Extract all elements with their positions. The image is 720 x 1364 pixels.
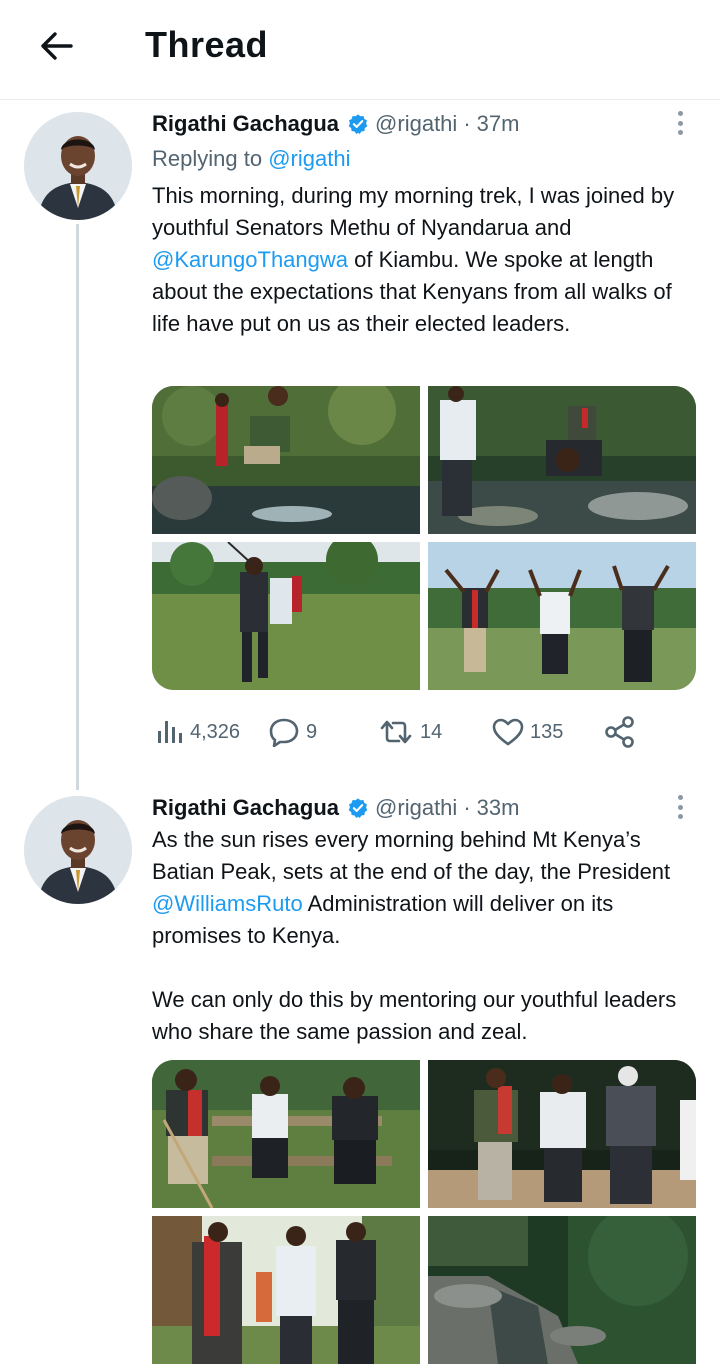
- like-button[interactable]: 135: [492, 712, 563, 752]
- tweet-photo[interactable]: [152, 386, 420, 534]
- more-options-icon[interactable]: [670, 792, 690, 822]
- avatar[interactable]: [24, 112, 132, 220]
- tweet-text-part: As the sun rises every morning behind Mt…: [152, 827, 671, 884]
- tweet-header: Rigathi Gachagua @rigathi · 37m: [152, 108, 519, 140]
- tweet-photo[interactable]: [152, 542, 420, 690]
- arrow-left-icon: [41, 32, 73, 60]
- share-button[interactable]: [604, 712, 636, 752]
- avatar[interactable]: [24, 796, 132, 904]
- tweet-text-paragraph: We can only do this by mentoring our you…: [152, 987, 677, 1044]
- verified-badge-icon: [347, 113, 369, 135]
- page-title: Thread: [145, 24, 269, 65]
- media-grid: [152, 1060, 696, 1364]
- tweet-photo[interactable]: [428, 386, 696, 534]
- tweet-photo[interactable]: [152, 1216, 420, 1364]
- author-name[interactable]: Rigathi Gachagua: [152, 111, 339, 137]
- tweet-photo[interactable]: [428, 542, 696, 690]
- tweet-text: As the sun rises every morning behind Mt…: [152, 824, 700, 952]
- thread-connector-line: [76, 224, 79, 790]
- verified-badge-icon: [347, 797, 369, 819]
- mention-link[interactable]: @KarungoThangwa: [152, 247, 348, 272]
- author-name[interactable]: Rigathi Gachagua: [152, 795, 339, 821]
- mention-link[interactable]: @WilliamsRuto: [152, 891, 303, 916]
- tweet-text-part: This morning, during my morning trek, I …: [152, 183, 675, 240]
- tweet-header: Rigathi Gachagua @rigathi · 33m: [152, 792, 519, 824]
- separator-dot: ·: [463, 111, 471, 136]
- tweet-timestamp[interactable]: 37m: [477, 111, 520, 137]
- retweet-count: 14: [420, 720, 443, 743]
- tweet-text: This morning, during my morning trek, I …: [152, 180, 700, 340]
- reply-button[interactable]: 9: [268, 712, 317, 752]
- replying-to-handle[interactable]: @rigathi: [268, 146, 350, 171]
- tweet-photo[interactable]: [152, 1060, 420, 1208]
- separator-dot: ·: [463, 795, 471, 820]
- back-button[interactable]: [30, 24, 82, 68]
- replying-to: Replying to @rigathi: [152, 146, 350, 172]
- author-handle[interactable]: @rigathi: [375, 111, 457, 137]
- author-handle[interactable]: @rigathi: [375, 795, 457, 821]
- tweet-timestamp[interactable]: 33m: [477, 795, 520, 821]
- retweet-icon: [380, 720, 412, 744]
- tweet-photo[interactable]: [428, 1060, 696, 1208]
- views-count: 4,326: [190, 720, 241, 743]
- retweet-button[interactable]: 14: [378, 712, 442, 752]
- tweet-actions: 4,326 9 14 135: [152, 712, 642, 752]
- top-bar: Thread: [0, 0, 720, 100]
- like-count: 135: [530, 720, 564, 743]
- share-icon: [605, 716, 634, 748]
- media-grid: [152, 386, 696, 690]
- replying-to-label: Replying to: [152, 146, 263, 171]
- heart-icon: [492, 718, 524, 746]
- views-button[interactable]: 4,326: [156, 712, 240, 752]
- reply-count: 9: [306, 720, 318, 743]
- reply-icon: [269, 718, 299, 747]
- more-options-icon[interactable]: [670, 108, 690, 138]
- views-icon: [158, 721, 182, 743]
- tweet-photo[interactable]: [428, 1216, 696, 1364]
